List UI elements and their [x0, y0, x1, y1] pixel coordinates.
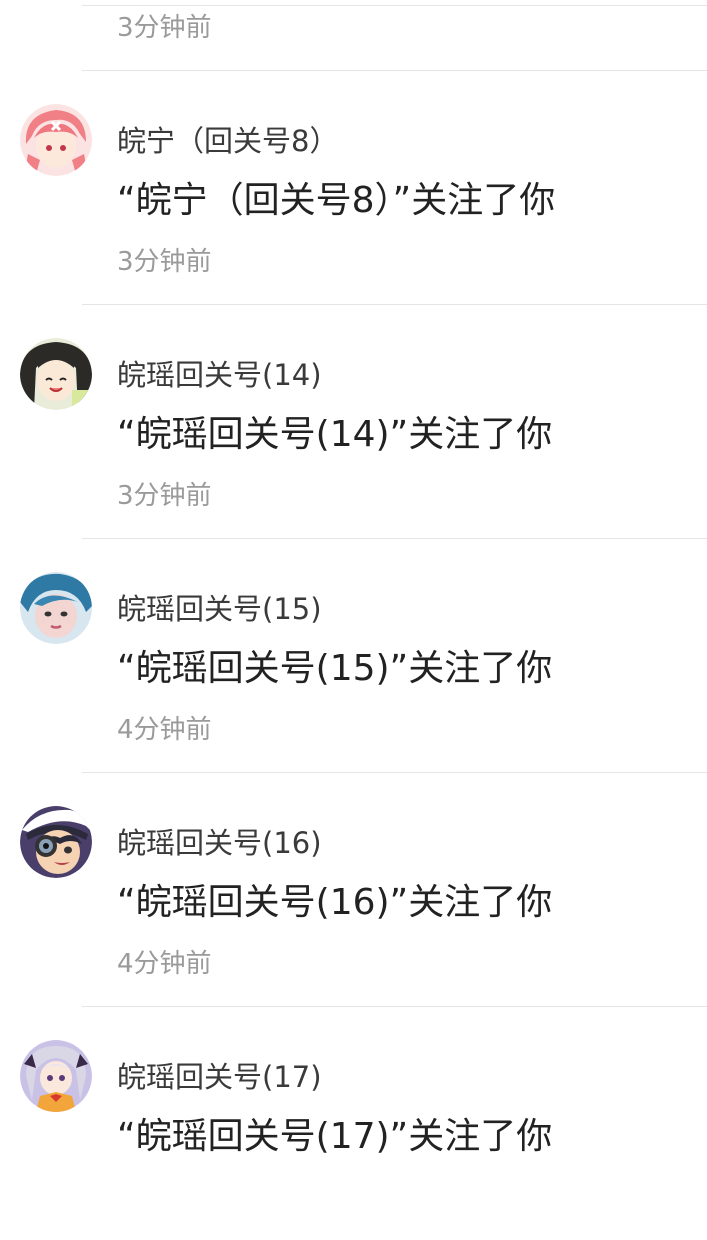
username[interactable]: 皖宁（回关号8）: [117, 123, 338, 159]
notification-time: 3分钟前: [117, 481, 212, 511]
username[interactable]: 皖瑶回关号(16): [117, 825, 322, 861]
notification-item[interactable]: 皖宁（回关号8） “皖宁（回关号8）”关注了你 3分钟前: [20, 70, 707, 304]
notification-list: 皖宁（回关号8） “皖宁（回关号8）”关注了你 3分钟前 皖瑶回关号(14) “…: [0, 70, 707, 1240]
notification-time: 3分钟前: [117, 247, 212, 277]
username[interactable]: 皖瑶回关号(17): [117, 1059, 322, 1095]
notification-item[interactable]: 皖瑶回关号(17) “皖瑶回关号(17)”关注了你: [20, 1006, 707, 1240]
notification-time: 4分钟前: [117, 949, 212, 979]
follow-message: “皖瑶回关号(17)”关注了你: [117, 1116, 553, 1157]
notification-item[interactable]: 皖瑶回关号(15) “皖瑶回关号(15)”关注了你 4分钟前: [20, 538, 707, 772]
notification-item[interactable]: 皖瑶回关号(14) “皖瑶回关号(14)”关注了你 3分钟前: [20, 304, 707, 538]
anime-girl-pink-hair-avatar[interactable]: [20, 104, 92, 176]
notification-time: 3分钟前: [117, 13, 212, 43]
follow-message: “皖瑶回关号(14)”关注了你: [117, 414, 553, 455]
follow-message: “皖瑶回关号(15)”关注了你: [117, 648, 553, 689]
anime-boy-camera-avatar[interactable]: [20, 806, 92, 878]
username[interactable]: 皖瑶回关号(14): [117, 357, 322, 393]
divider: [82, 5, 707, 6]
follow-message: “皖瑶回关号(16)”关注了你: [117, 882, 553, 923]
notification-item[interactable]: 皖瑶回关号(16) “皖瑶回关号(16)”关注了你 4分钟前: [20, 772, 707, 1006]
blue-hair-person-avatar[interactable]: [20, 572, 92, 644]
notification-time: 4分钟前: [117, 715, 212, 745]
anime-girl-black-hair-avatar[interactable]: [20, 338, 92, 410]
username[interactable]: 皖瑶回关号(15): [117, 591, 322, 627]
anime-girl-silver-hair-avatar[interactable]: [20, 1040, 92, 1112]
follow-message: “皖宁（回关号8）”关注了你: [117, 180, 556, 221]
